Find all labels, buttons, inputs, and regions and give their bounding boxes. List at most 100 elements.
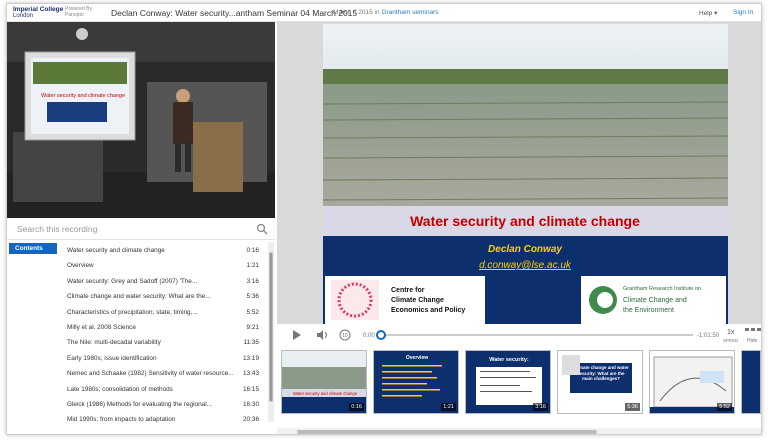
video-player[interactable]: Water security and climate change bbox=[7, 22, 275, 218]
date-text: March 4 2015 in bbox=[333, 9, 380, 16]
toc-item-title: Late 1980s; consolidation of methods bbox=[67, 385, 173, 393]
panopto-viewer: Imperial College London Powered By Panop… bbox=[6, 3, 762, 435]
toc-item[interactable]: Early 1980s; issue identification 13:19 bbox=[7, 351, 267, 366]
toc-item-title: Nemec and Schaake (1982) Sensitivity of … bbox=[67, 370, 234, 378]
table-of-contents: Contents Water security and climate chan… bbox=[7, 240, 275, 434]
imperial-logo[interactable]: Imperial College London bbox=[13, 6, 63, 20]
header: Imperial College London Powered By Panop… bbox=[7, 4, 761, 22]
toc-item[interactable]: Water security: Grey and Sadoff (2007) '… bbox=[7, 274, 267, 289]
thumbnail-strip: Water security and climate change 0:16 O… bbox=[277, 346, 761, 426]
cccep-line3: Economics and Policy bbox=[391, 307, 465, 314]
session-date: March 4 2015 in Grantham seminars bbox=[333, 9, 439, 16]
thumb-2-title: Overview bbox=[406, 355, 428, 361]
help-menu[interactable]: Help ▾ bbox=[699, 9, 717, 17]
toc-item-title: Early 1980s; issue identification bbox=[67, 354, 157, 362]
hide-label[interactable]: Hide bbox=[747, 338, 758, 344]
thumb-4-title: Climate change and water security: What … bbox=[573, 365, 629, 381]
thumb-3-title: Water security: bbox=[489, 357, 529, 363]
svg-text:10: 10 bbox=[342, 333, 348, 339]
toc-scrollbar[interactable] bbox=[268, 242, 274, 422]
thumb-1-time: 0:16 bbox=[349, 403, 364, 411]
toc-item-time: 20:36 bbox=[243, 416, 259, 424]
toc-item-time: 16:30 bbox=[243, 401, 259, 408]
scrubber-handle[interactable] bbox=[376, 330, 386, 340]
grantham-line2: Climate Change and bbox=[623, 297, 687, 304]
logo-line2: London bbox=[13, 13, 34, 19]
cccep-line2: Climate Change bbox=[391, 297, 444, 304]
toc-item-title: Water security: Grey and Sadoff (2007) '… bbox=[67, 277, 198, 285]
toc-item[interactable]: Characteristics of precipitation; state,… bbox=[7, 305, 267, 320]
thumbnail-5[interactable]: 5:52 bbox=[649, 350, 735, 414]
toc-scroll-thumb[interactable] bbox=[269, 252, 273, 402]
speed-value[interactable]: 1x bbox=[727, 329, 735, 336]
controls-bar: 10 0:00 -1:01:50 1x SPEED Hide bbox=[293, 328, 761, 344]
thumbnail-6-partial[interactable] bbox=[741, 350, 761, 414]
search-icon[interactable] bbox=[256, 223, 268, 235]
toc-item-time: 13:19 bbox=[243, 354, 259, 362]
toc-item[interactable]: Water security and climate change 0:16 bbox=[7, 243, 267, 258]
powered-line2: Panopto bbox=[65, 12, 84, 18]
logo-line1: Imperial College bbox=[13, 6, 64, 13]
elapsed-time: 0:00 bbox=[363, 333, 375, 339]
folder-link[interactable]: Grantham seminars bbox=[381, 9, 438, 16]
powered-by: Powered By Panopto bbox=[65, 6, 92, 18]
toc-item-title: Overview bbox=[67, 262, 94, 270]
toc-item-time: 3:16 bbox=[246, 277, 259, 285]
toc-item[interactable]: The Nile: multi-decadal variability 11:35 bbox=[7, 335, 267, 350]
slide-viewer: Water security and climate change Declan… bbox=[277, 22, 761, 326]
hide-thumbnails-icon[interactable] bbox=[745, 328, 761, 331]
thumbnail-3[interactable]: Water security: 3:16 bbox=[465, 350, 551, 414]
lecture-video-frame: Water security and climate change bbox=[7, 22, 275, 218]
volume-icon[interactable] bbox=[317, 330, 327, 340]
remaining-time: -1:01:50 bbox=[697, 333, 720, 339]
toc-item-time: 16:15 bbox=[243, 385, 259, 393]
playback-controls: 10 0:00 -1:01:50 1x SPEED Hide bbox=[277, 324, 761, 346]
toc-item-title: Climate change and water security: What … bbox=[67, 293, 211, 301]
toc-item-time: 5:52 bbox=[246, 308, 259, 316]
thumb-3-time: 3:16 bbox=[533, 403, 548, 411]
thumb-5-time: 5:52 bbox=[717, 403, 732, 411]
toc-item[interactable]: Late 1980s; consolidation of methods 16:1… bbox=[7, 382, 267, 397]
slide-title: Water security and climate change bbox=[410, 213, 640, 229]
search-box[interactable]: Search this recording bbox=[7, 218, 275, 240]
screen-title: Water security and climate change bbox=[41, 93, 125, 99]
thumbnail-4[interactable]: Climate change and water security: What … bbox=[557, 350, 643, 414]
speed-label: SPEED bbox=[723, 338, 739, 343]
toc-item-title: Mid 1990s; from impacts to adaptation bbox=[67, 416, 176, 424]
sign-in-link[interactable]: Sign In bbox=[733, 9, 753, 16]
toc-item[interactable]: Overview 1:21 bbox=[7, 258, 267, 273]
session-title: Declan Conway: Water security...antham S… bbox=[111, 8, 358, 18]
toc-item[interactable]: Gleick (1986) Methods for evaluating the… bbox=[7, 397, 267, 412]
toc-item-time: 5:36 bbox=[246, 293, 259, 301]
thumb-4-time: 5:36 bbox=[625, 403, 640, 411]
toc-item[interactable]: Milly et al. 2008 Science 9:21 bbox=[7, 320, 267, 335]
toc-item[interactable]: Nemec and Schaake (1982) Sensitivity of … bbox=[7, 366, 267, 381]
toc-item-title: Gleick (1986) Methods for evaluating the… bbox=[67, 401, 212, 408]
toc-item-time: 0:16 bbox=[246, 247, 259, 254]
slide-graphic: Water security and climate change Declan… bbox=[322, 24, 729, 326]
toc-item[interactable]: Climate change and water security: What … bbox=[7, 289, 267, 304]
thumbnail-1[interactable]: Water security and climate change 0:16 bbox=[281, 350, 367, 414]
toc-item-time: 1:21 bbox=[246, 262, 259, 270]
thumb-2-time: 1:21 bbox=[441, 403, 456, 411]
slide-author: Declan Conway bbox=[488, 244, 562, 255]
slide-email: d.conway@lse.ac.uk bbox=[479, 260, 572, 271]
toc-item-title: The Nile: multi-decadal variability bbox=[67, 339, 161, 347]
thumbnail-2[interactable]: Overview 1:21 bbox=[373, 350, 459, 414]
thumbnail-scroll-thumb[interactable] bbox=[297, 430, 597, 434]
slide: Water security and climate change Declan… bbox=[322, 24, 729, 326]
thumb-1-title: Water security and climate change bbox=[293, 391, 358, 396]
search-input[interactable]: Search this recording bbox=[17, 224, 97, 234]
toc-item-time: 9:21 bbox=[246, 324, 259, 331]
grantham-line1: Grantham Research Institute on bbox=[623, 286, 701, 292]
toc-item-title: Water security and climate change bbox=[67, 247, 165, 254]
play-icon[interactable] bbox=[293, 330, 301, 340]
cccep-line1: Centre for bbox=[391, 287, 425, 294]
thumbnail-scrollbar[interactable] bbox=[277, 428, 761, 434]
toc-item-title: Milly et al. 2008 Science bbox=[67, 324, 136, 331]
rewind-icon[interactable]: 10 bbox=[339, 329, 351, 341]
toc-item-time: 11:35 bbox=[243, 339, 259, 347]
toc-item[interactable]: Mid 1990s; from impacts to adaptation 20:… bbox=[7, 412, 267, 427]
grantham-line3: the Environment bbox=[623, 307, 674, 314]
toc-item-title: Characteristics of precipitation; state,… bbox=[67, 308, 198, 316]
